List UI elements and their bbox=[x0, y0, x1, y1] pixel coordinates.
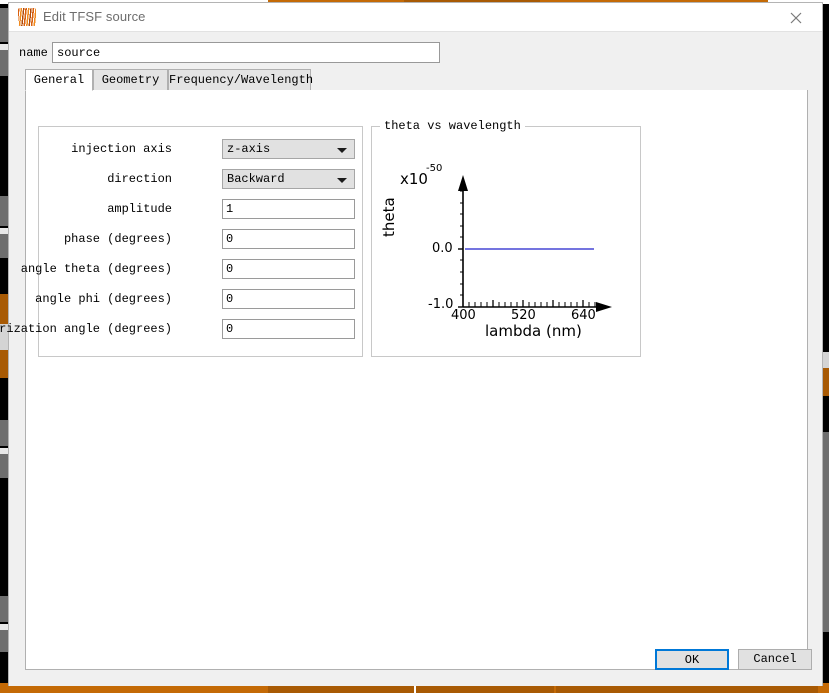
name-label: name bbox=[19, 46, 48, 60]
field-row-polarization-angle: polarization angle (degrees) bbox=[0, 319, 362, 339]
ok-button[interactable]: OK bbox=[655, 649, 729, 670]
bg-item-15 bbox=[0, 630, 8, 652]
ok-button-label: OK bbox=[684, 653, 700, 667]
angle-phi-label: angle phi (degrees) bbox=[35, 292, 172, 306]
tab-frequency-wavelength[interactable]: Frequency/Wavelength bbox=[168, 69, 314, 91]
bg-item-1 bbox=[0, 8, 8, 42]
angle-theta-label: angle theta (degrees) bbox=[20, 262, 172, 276]
phase-input[interactable] bbox=[222, 229, 355, 249]
chevron-down-icon bbox=[337, 178, 347, 183]
injection-axis-value: z-axis bbox=[227, 142, 271, 156]
y-tick-label-0: 0.0 bbox=[432, 241, 453, 256]
bg-item-7 bbox=[0, 294, 8, 324]
x-axis-label: lambda (nm) bbox=[485, 322, 582, 340]
x-tick-label-1: 520 bbox=[511, 308, 536, 323]
phase-label: phase (degrees) bbox=[63, 232, 172, 246]
chevron-down-icon bbox=[337, 148, 347, 153]
field-row-direction: direction Backward bbox=[39, 169, 362, 189]
bg-item-9 bbox=[0, 350, 8, 378]
tab-geometry[interactable]: Geometry bbox=[93, 69, 168, 91]
tab-content-general: injection axis z-axis direction Backward… bbox=[0, 90, 808, 670]
x-tick-label-0: 400 bbox=[451, 308, 476, 323]
amplitude-label: amplitude bbox=[107, 202, 172, 216]
y-axis-label: theta bbox=[380, 197, 398, 237]
dialog-button-bar: OK Cancel bbox=[9, 641, 822, 686]
angle-theta-input[interactable] bbox=[222, 259, 355, 279]
field-row-angle-phi: angle phi (degrees) bbox=[35, 289, 362, 309]
injection-axis-label: injection axis bbox=[71, 142, 172, 156]
field-row-angle-theta: angle theta (degrees) bbox=[21, 259, 362, 279]
tab-general[interactable]: General bbox=[25, 69, 93, 91]
field-row-phase: phase (degrees) bbox=[39, 229, 362, 249]
direction-label: direction bbox=[107, 172, 172, 186]
y-tick-label-1: -1.0 bbox=[428, 297, 454, 312]
bg-item-4 bbox=[0, 196, 8, 226]
tab-geometry-label: Geometry bbox=[101, 73, 160, 87]
direction-select[interactable]: Backward bbox=[222, 169, 355, 189]
field-row-amplitude: amplitude bbox=[39, 199, 362, 219]
x-tick-label-2: 640 bbox=[571, 308, 596, 323]
bg-right-scroll-thumb bbox=[823, 352, 829, 368]
tab-general-label: General bbox=[33, 73, 85, 87]
y-scale-exponent: -50 bbox=[426, 163, 443, 174]
y-scale-label: x10 bbox=[400, 170, 428, 188]
theta-vs-wavelength-group: theta vs wavelength x10 -50 theta 0.0 -1… bbox=[371, 119, 642, 358]
bg-item-6 bbox=[0, 234, 8, 258]
source-settings-group: injection axis z-axis direction Backward… bbox=[0, 126, 363, 357]
dialog-titlebar: Edit TFSF source bbox=[9, 3, 822, 32]
bg-item-10 bbox=[0, 420, 8, 446]
theta-vs-wavelength-plot: x10 -50 theta 0.0 -1.0 400 520 640 lambd… bbox=[372, 127, 642, 358]
polarization-angle-label: polarization angle (degrees) bbox=[0, 322, 172, 336]
bg-item-12 bbox=[0, 454, 8, 478]
name-row: name bbox=[19, 42, 444, 64]
amplitude-input[interactable] bbox=[222, 199, 355, 219]
cancel-button[interactable]: Cancel bbox=[738, 649, 812, 670]
tab-frequency-wavelength-label: Frequency/Wavelength bbox=[169, 73, 314, 87]
bg-right-accent bbox=[823, 368, 829, 396]
dialog-title: Edit TFSF source bbox=[43, 9, 146, 24]
bg-item-3 bbox=[0, 50, 8, 76]
bg-right-gray bbox=[823, 432, 829, 632]
angle-phi-input[interactable] bbox=[222, 289, 355, 309]
field-row-injection-axis: injection axis z-axis bbox=[39, 139, 362, 159]
name-input[interactable] bbox=[52, 42, 440, 63]
direction-value: Backward bbox=[227, 172, 285, 186]
close-icon[interactable] bbox=[774, 3, 818, 32]
tabstrip: General Geometry Frequency/Wavelength bbox=[25, 69, 808, 92]
polarization-angle-input[interactable] bbox=[222, 319, 355, 339]
lumerical-flame-icon bbox=[18, 8, 36, 26]
edit-tfsf-source-dialog: Edit TFSF source name General Geometry F… bbox=[0, 2, 823, 686]
dialog-body: name General Geometry Frequency/Waveleng… bbox=[0, 32, 822, 686]
bg-item-13 bbox=[0, 596, 8, 622]
injection-axis-select[interactable]: z-axis bbox=[222, 139, 355, 159]
cancel-button-label: Cancel bbox=[753, 652, 797, 666]
